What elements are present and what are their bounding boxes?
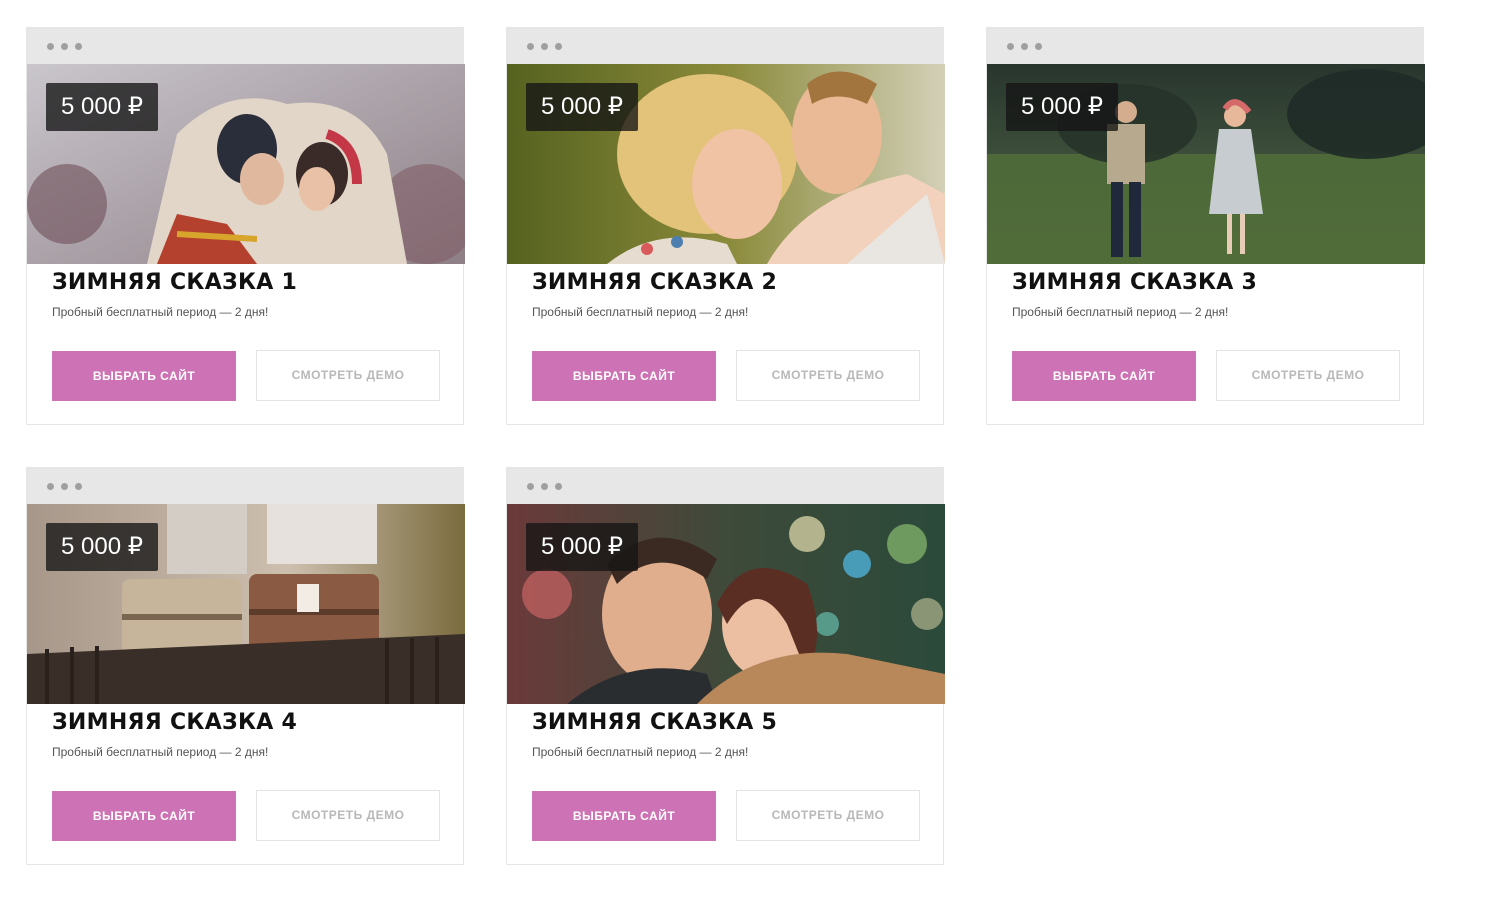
template-title: ЗИМНЯЯ СКАЗКА 2 [532,270,778,295]
choose-site-button[interactable]: ВЫБРАТЬ САЙТ [52,791,236,841]
trial-subtitle: Пробный бесплатный период — 2 дня! [532,305,749,319]
window-dot-icon [541,43,548,50]
browser-titlebar [507,28,943,64]
view-demo-button[interactable]: СМОТРЕТЬ ДЕМО [256,790,440,841]
window-dot-icon [1007,43,1014,50]
view-demo-button[interactable]: СМОТРЕТЬ ДЕМО [1216,350,1400,401]
window-dot-icon [47,483,54,490]
template-preview-image[interactable]: 5 000 ₽ [507,504,945,704]
template-preview-image[interactable]: 5 000 ₽ [987,64,1425,264]
window-dot-icon [555,483,562,490]
choose-site-button[interactable]: ВЫБРАТЬ САЙТ [52,351,236,401]
template-title: ЗИМНЯЯ СКАЗКА 5 [532,710,778,735]
template-title: ЗИМНЯЯ СКАЗКА 1 [52,270,298,295]
trial-subtitle: Пробный бесплатный период — 2 дня! [52,305,269,319]
browser-titlebar [27,468,463,504]
window-dot-icon [541,483,548,490]
template-preview-image[interactable]: 5 000 ₽ [27,64,465,264]
browser-titlebar [987,28,1423,64]
window-dot-icon [47,43,54,50]
price-badge: 5 000 ₽ [1006,83,1118,131]
browser-titlebar [27,28,463,64]
template-card: 5 000 ₽ ЗИМНЯЯ СКАЗКА 3 Пробный бесплатн… [986,27,1425,425]
window-dot-icon [61,43,68,50]
template-preview-image[interactable]: 5 000 ₽ [27,504,465,704]
window-dot-icon [75,43,82,50]
view-demo-button[interactable]: СМОТРЕТЬ ДЕМО [736,350,920,401]
window-dot-icon [1035,43,1042,50]
browser-titlebar [507,468,943,504]
template-card: 5 000 ₽ ЗИМНЯЯ СКАЗКА 2 Пробный бесплатн… [506,27,945,425]
window-dot-icon [527,483,534,490]
view-demo-button[interactable]: СМОТРЕТЬ ДЕМО [256,350,440,401]
template-preview-image[interactable]: 5 000 ₽ [507,64,945,264]
trial-subtitle: Пробный бесплатный период — 2 дня! [1012,305,1229,319]
view-demo-button[interactable]: СМОТРЕТЬ ДЕМО [736,790,920,841]
choose-site-button[interactable]: ВЫБРАТЬ САЙТ [532,791,716,841]
price-badge: 5 000 ₽ [46,83,158,131]
trial-subtitle: Пробный бесплатный период — 2 дня! [52,745,269,759]
window-dot-icon [75,483,82,490]
window-dot-icon [527,43,534,50]
template-card: 5 000 ₽ ЗИМНЯЯ СКАЗКА 4 Пробный бесплатн… [26,467,465,865]
template-card: 5 000 ₽ ЗИМНЯЯ СКАЗКА 1 Пробный бесплатн… [26,27,465,425]
window-dot-icon [555,43,562,50]
price-badge: 5 000 ₽ [526,83,638,131]
template-title: ЗИМНЯЯ СКАЗКА 3 [1012,270,1258,295]
price-badge: 5 000 ₽ [46,523,158,571]
trial-subtitle: Пробный бесплатный период — 2 дня! [532,745,749,759]
window-dot-icon [1021,43,1028,50]
price-badge: 5 000 ₽ [526,523,638,571]
window-dot-icon [61,483,68,490]
template-title: ЗИМНЯЯ СКАЗКА 4 [52,710,298,735]
choose-site-button[interactable]: ВЫБРАТЬ САЙТ [532,351,716,401]
template-card: 5 000 ₽ ЗИМНЯЯ СКАЗКА 5 Пробный бесплатн… [506,467,945,865]
choose-site-button[interactable]: ВЫБРАТЬ САЙТ [1012,351,1196,401]
